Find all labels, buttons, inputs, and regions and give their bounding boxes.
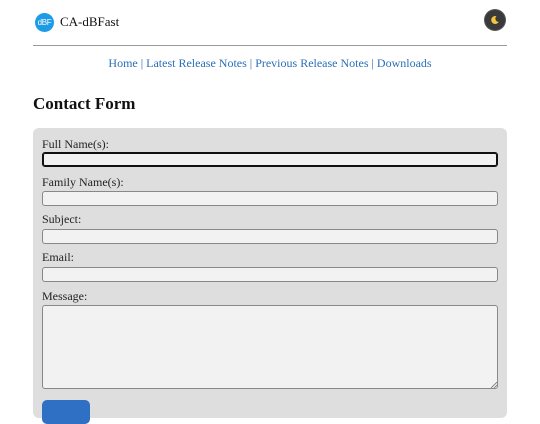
theme-toggle-button[interactable] bbox=[485, 10, 505, 30]
nav-link-previous-release-notes[interactable]: Previous Release Notes bbox=[255, 56, 368, 70]
moon-icon bbox=[491, 15, 499, 24]
nav-link-downloads[interactable]: Downloads bbox=[377, 56, 432, 70]
nav-separator: | bbox=[137, 56, 147, 70]
nav-separator: | bbox=[368, 56, 377, 70]
site-header: dBF CA-dBFast bbox=[33, 0, 507, 46]
nav-separator: | bbox=[246, 56, 256, 70]
app-title: CA-dBFast bbox=[60, 14, 120, 29]
email-label: Email: bbox=[42, 250, 74, 264]
subject-field[interactable] bbox=[42, 229, 498, 244]
contact-form: Full Name(s): Family Name(s): Subject: E… bbox=[33, 128, 507, 424]
full-name-field[interactable] bbox=[42, 152, 498, 167]
nav-link-home[interactable]: Home bbox=[108, 56, 137, 70]
full-name-label: Full Name(s): bbox=[42, 137, 109, 151]
submit-button[interactable] bbox=[42, 400, 90, 424]
family-name-label: Family Name(s): bbox=[42, 175, 124, 189]
message-label: Message: bbox=[42, 289, 88, 303]
logo: dBF bbox=[35, 13, 54, 32]
resize-grip-icon[interactable] bbox=[491, 382, 497, 388]
page-title: Contact Form bbox=[33, 94, 136, 113]
message-textarea[interactable] bbox=[42, 305, 498, 389]
nav-link-latest-release-notes[interactable]: Latest Release Notes bbox=[146, 56, 247, 70]
family-name-field[interactable] bbox=[42, 191, 498, 206]
subject-label: Subject: bbox=[42, 212, 82, 226]
email-field[interactable] bbox=[42, 267, 498, 282]
main-nav: Home | Latest Release Notes | Previous R… bbox=[0, 56, 540, 71]
